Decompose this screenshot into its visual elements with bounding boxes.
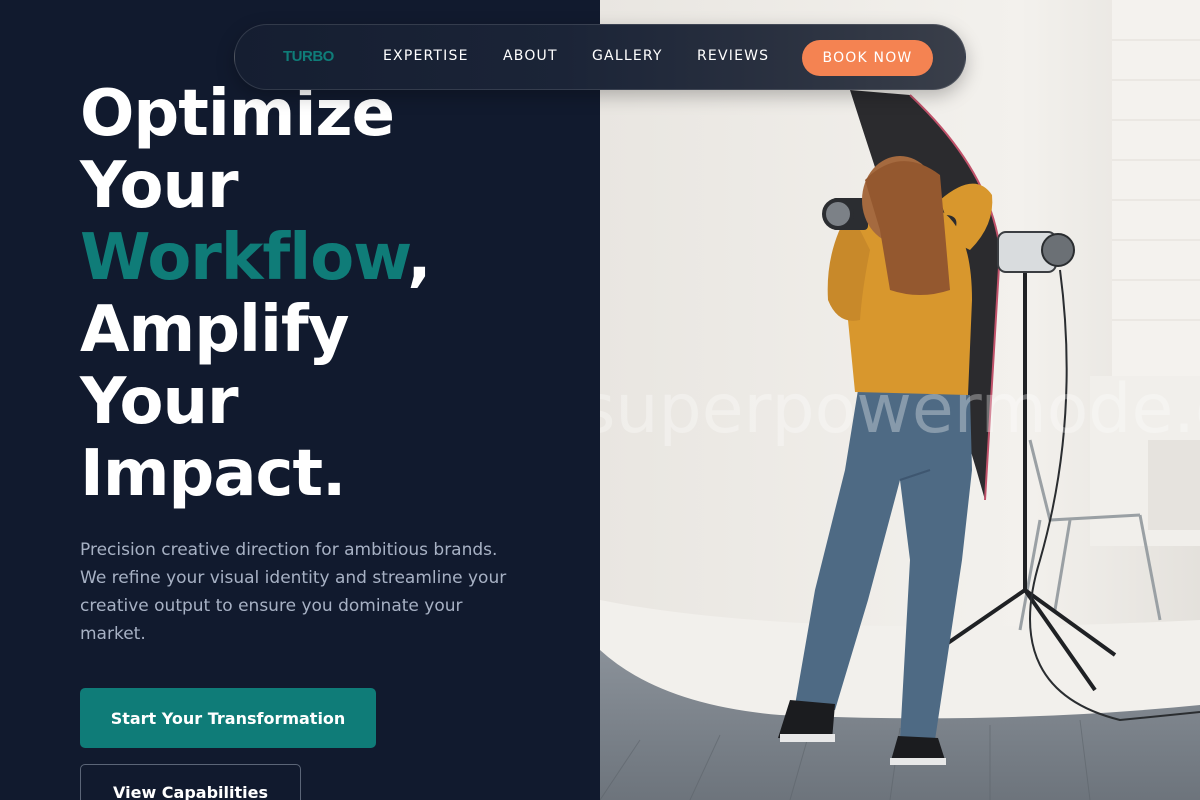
headline-line-2: Your <box>80 149 239 223</box>
nav-link-gallery[interactable]: GALLERY <box>592 48 663 64</box>
headline-comma: , <box>407 221 431 295</box>
nav-link-expertise[interactable]: EXPERTISE <box>383 48 469 64</box>
top-navigation: TURBO EXPERTISE ABOUT GALLERY REVIEWS BO… <box>234 24 966 90</box>
headline-line-4: Amplify <box>80 293 349 367</box>
nav-link-reviews[interactable]: REVIEWS <box>697 48 769 64</box>
brand-logo[interactable]: TURBO <box>283 48 334 65</box>
start-transformation-button[interactable]: Start Your Transformation <box>80 688 376 748</box>
headline-line-5: Your <box>80 365 239 439</box>
view-capabilities-button[interactable]: View Capabilities <box>80 764 301 800</box>
hero-photo: superpowermode.com <box>600 0 1200 800</box>
landing-page: Optimize Your Workflow, Amplify Your Imp… <box>0 0 1200 800</box>
hero-headline: Optimize Your Workflow, Amplify Your Imp… <box>80 78 432 511</box>
nav-link-about[interactable]: ABOUT <box>503 48 558 64</box>
watermark-text: superpowermode.com <box>600 370 1200 449</box>
headline-accent-word: Workflow <box>80 221 408 295</box>
headline-line-6: Impact. <box>80 437 346 511</box>
photographer-studio-image: superpowermode.com <box>600 0 1200 800</box>
hero-section: Optimize Your Workflow, Amplify Your Imp… <box>0 0 600 800</box>
book-now-button[interactable]: BOOK NOW <box>802 40 933 76</box>
hero-description: Precision creative direction for ambitio… <box>80 540 507 644</box>
headline-line-3: Workflow, <box>80 221 432 295</box>
